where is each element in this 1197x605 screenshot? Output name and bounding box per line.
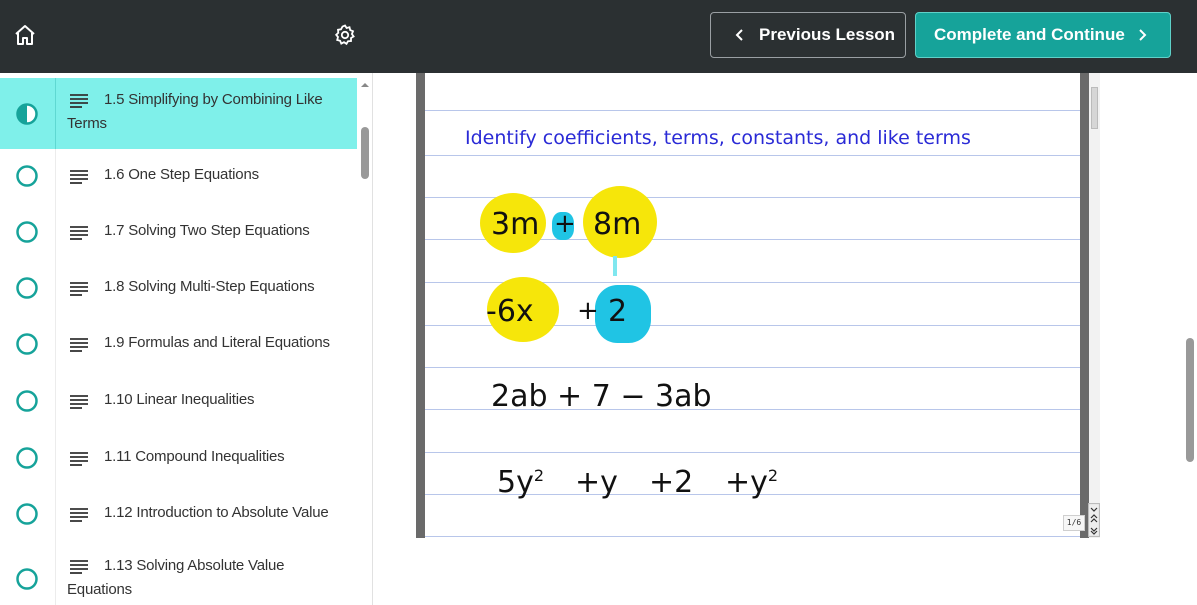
term-8m: 8m <box>593 207 642 242</box>
gear-icon[interactable] <box>333 23 357 47</box>
lesson-item-1-8[interactable]: 1.8 Solving Multi-Step Equations <box>0 261 357 318</box>
lesson-item-1-6[interactable]: 1.6 One Step Equations <box>0 149 357 206</box>
divider <box>55 78 56 149</box>
lesson-item-1-13[interactable]: 1.13 Solving Absolute Value Equations <box>0 543 357 605</box>
empty-circle-icon <box>16 568 38 590</box>
divider <box>55 430 56 486</box>
constant-2: +2 <box>649 465 694 500</box>
scroll-up-arrow-icon[interactable] <box>359 77 371 87</box>
divider <box>55 543 56 605</box>
text-lines-icon <box>70 170 88 184</box>
page-navigation-arrows-icon[interactable] <box>1087 502 1101 538</box>
page-indicator: 1/6 <box>1063 515 1085 531</box>
lesson-label: 1.11 Compound Inequalities <box>104 448 285 465</box>
divider <box>55 149 56 205</box>
plus-sign: + <box>577 296 599 326</box>
text-lines-icon <box>70 282 88 296</box>
previous-lesson-button[interactable]: Previous Lesson <box>710 12 906 58</box>
complete-and-continue-label: Complete and Continue <box>934 25 1125 44</box>
lesson-label: 1.7 Solving Two Step Equations <box>104 222 310 239</box>
term-5y2: 5y2 <box>497 465 545 500</box>
lesson-list[interactable]: 1.5 Simplifying by Combining Like Terms … <box>0 73 358 605</box>
empty-circle-icon <box>16 447 38 469</box>
home-icon[interactable] <box>13 23 37 47</box>
empty-circle-icon <box>16 390 38 412</box>
text-lines-icon <box>70 338 88 352</box>
divider <box>55 373 56 430</box>
previous-lesson-label: Previous Lesson <box>759 25 896 44</box>
empty-circle-icon <box>16 165 38 187</box>
lesson-item-1-12[interactable]: 1.12 Introduction to Absolute Value <box>0 486 357 544</box>
text-lines-icon <box>70 395 88 409</box>
constant-2: 2 <box>608 294 628 329</box>
lesson-item-1-10[interactable]: 1.10 Linear Inequalities <box>0 373 357 431</box>
empty-circle-icon <box>16 333 38 355</box>
term-y: +y <box>575 465 618 500</box>
lesson-label: 1.13 Solving Absolute Value Equations <box>67 557 285 598</box>
highlight-stroke <box>613 256 617 276</box>
viewer-scrollbar[interactable] <box>1089 73 1100 538</box>
empty-circle-icon <box>16 221 38 243</box>
text-lines-icon <box>70 508 88 522</box>
lesson-item-1-9[interactable]: 1.9 Formulas and Literal Equations <box>0 317 357 374</box>
viewer-border-left <box>416 73 425 538</box>
term-y2: +y2 <box>725 465 779 500</box>
sidebar-scrollbar-thumb[interactable] <box>361 127 369 179</box>
plus-sign: + <box>554 209 576 239</box>
empty-circle-icon <box>16 277 38 299</box>
chevron-left-icon <box>735 29 743 41</box>
lesson-item-1-11[interactable]: 1.11 Compound Inequalities <box>0 430 357 487</box>
lesson-label: 1.10 Linear Inequalities <box>104 391 255 408</box>
term-3m: 3m <box>491 207 540 242</box>
lesson-label: 1.9 Formulas and Literal Equations <box>104 334 330 351</box>
slide-title: Identify coefficients, terms, constants,… <box>465 127 971 149</box>
text-lines-icon <box>70 226 88 240</box>
expression-line-3: 2ab + 7 − 3ab <box>491 379 712 414</box>
half-circle-progress-icon <box>16 103 38 125</box>
sidebar-header <box>0 0 373 73</box>
lesson-label: 1.8 Solving Multi-Step Equations <box>104 278 315 295</box>
divider <box>55 261 56 317</box>
course-sidebar: 1.5 Simplifying by Combining Like Terms … <box>0 0 373 605</box>
divider <box>55 205 56 261</box>
lesson-label: 1.6 One Step Equations <box>104 166 259 183</box>
window-scrollbar-thumb[interactable] <box>1186 338 1194 462</box>
lesson-item-1-5[interactable]: 1.5 Simplifying by Combining Like Terms <box>0 78 357 149</box>
viewer-scrollbar-thumb[interactable] <box>1091 87 1098 129</box>
divider <box>55 317 56 373</box>
term-neg-6x: -6x <box>486 294 534 329</box>
lesson-item-1-7[interactable]: 1.7 Solving Two Step Equations <box>0 205 357 262</box>
chevron-right-icon <box>1139 29 1147 41</box>
lined-notebook-page: Identify coefficients, terms, constants,… <box>425 73 1080 538</box>
empty-circle-icon <box>16 503 38 525</box>
lesson-label: 1.12 Introduction to Absolute Value <box>104 504 329 521</box>
pdf-viewer[interactable]: Identify coefficients, terms, constants,… <box>416 73 1100 538</box>
text-lines-icon <box>70 452 88 466</box>
complete-and-continue-button[interactable]: Complete and Continue <box>915 12 1171 58</box>
lesson-label: 1.5 Simplifying by Combining Like Terms <box>67 91 323 132</box>
divider <box>55 486 56 543</box>
viewer-border-right <box>1080 73 1089 538</box>
